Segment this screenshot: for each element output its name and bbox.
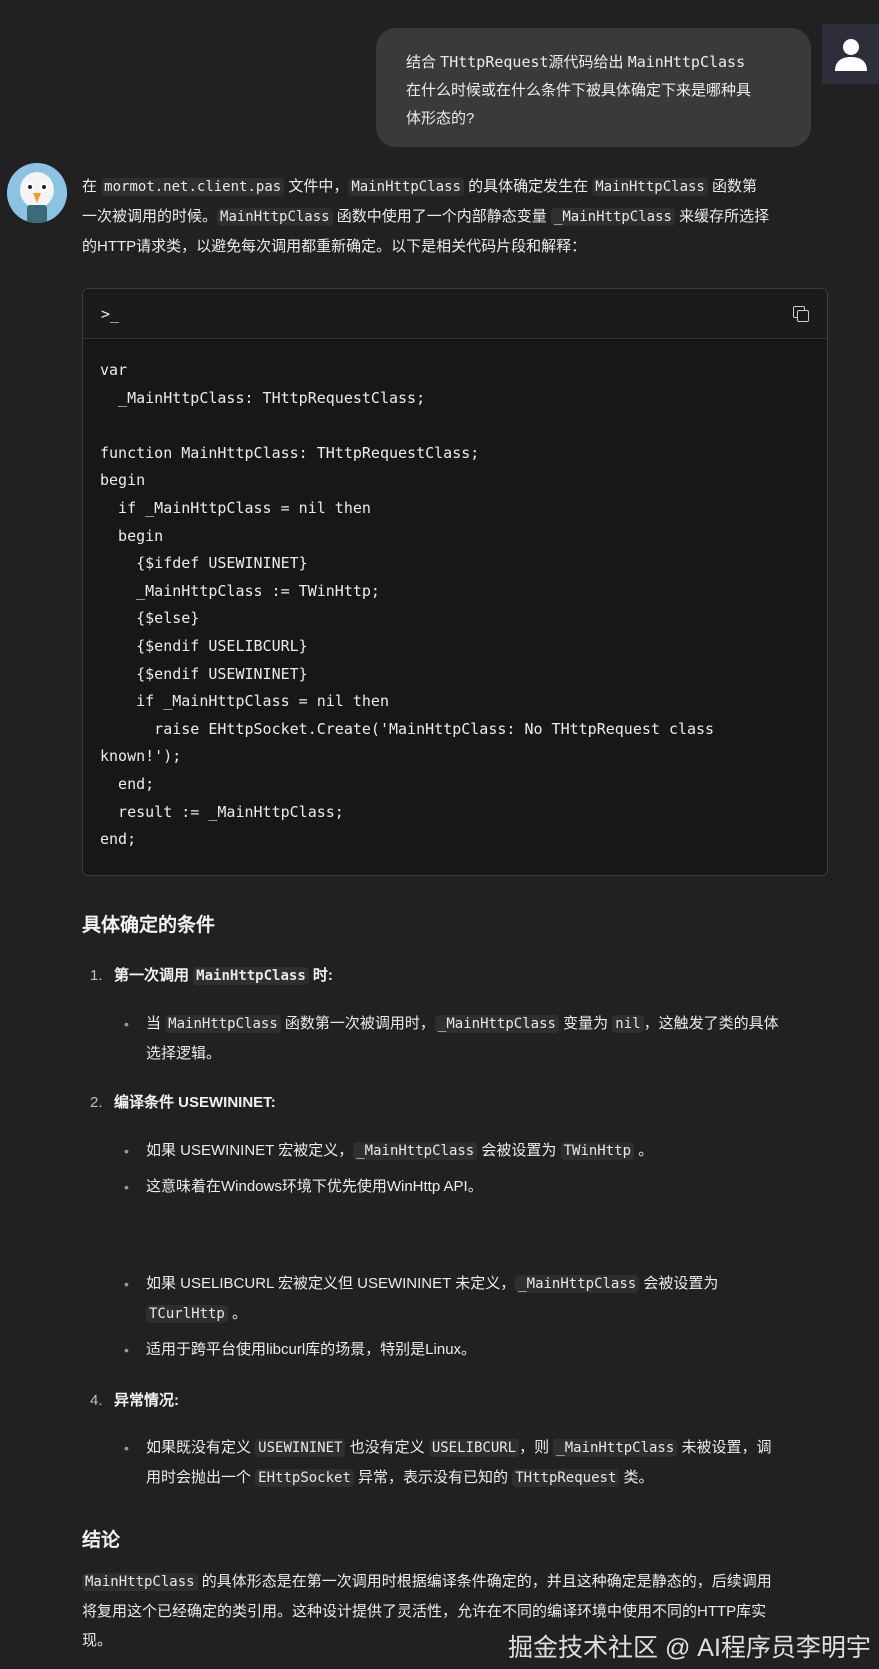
user-code: THttpRequest	[440, 53, 549, 71]
user-message-line-2: 在什么时候或在什么条件下被具体确定下来是哪种具	[406, 82, 752, 99]
inline-code: mormot.net.client.pas	[101, 178, 285, 196]
inline-code: MainHttpClass	[82, 1573, 198, 1591]
eagle-avatar-icon	[7, 163, 67, 223]
section-title-conclusion: 结论	[82, 1530, 121, 1551]
numbered-item-2: 2. 编译条件 USEWININET:	[90, 1094, 276, 1111]
numbered-item-4: 4. 异常情况:	[90, 1392, 179, 1409]
copy-icon[interactable]	[793, 305, 809, 322]
code-block: >_ var _MainHttpClass: THttpRequestClass…	[82, 288, 828, 876]
inline-code: MainHttpClass	[348, 178, 464, 196]
user-message-bubble: 结合 THttpRequest源代码给出 MainHttpClass 在什么时候…	[376, 28, 811, 147]
code-block-header: >_	[83, 289, 827, 339]
intro-paragraph: 在 mormot.net.client.pas 文件中， MainHttpClas…	[82, 178, 770, 255]
user-text: 源代码给出	[548, 54, 628, 71]
user-message-line-3: 体形态的?	[406, 110, 475, 127]
watermark: 掘金技术社区 @ AI程序员李明宇	[508, 1634, 871, 1662]
user-avatar-icon	[822, 24, 879, 84]
user-text: 结合	[406, 54, 441, 71]
section-title-conditions: 具体确定的条件	[82, 915, 216, 936]
numbered-item-1: 1. 第一次调用 MainHttpClass 时:	[90, 967, 333, 985]
terminal-icon: >_	[101, 304, 120, 323]
code-content: var _MainHttpClass: THttpRequestClass; f…	[100, 361, 715, 849]
user-message-line-1: 结合 THttpRequest源代码给出 MainHttpClass	[406, 48, 781, 77]
inline-code: _MainHttpClass	[550, 208, 675, 226]
inline-code: MainHttpClass	[193, 967, 309, 985]
user-code: MainHttpClass	[627, 53, 746, 71]
inline-code: MainHttpClass	[217, 208, 333, 226]
inline-code: MainHttpClass	[592, 178, 708, 196]
